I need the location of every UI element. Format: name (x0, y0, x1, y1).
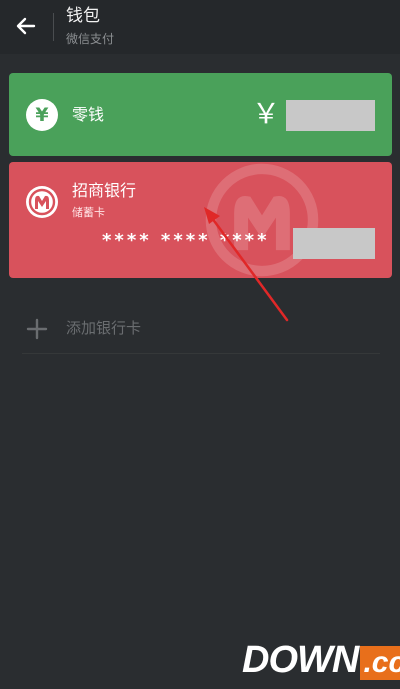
arrow-left-icon (16, 17, 36, 35)
cmb-logo-icon (26, 186, 58, 218)
cmb-watermark-logo (205, 163, 319, 277)
plus-icon (26, 318, 48, 340)
back-button[interactable] (10, 10, 42, 42)
add-bank-card-label: 添加银行卡 (66, 319, 142, 337)
balance-currency-symbol: ￥ (252, 97, 281, 130)
change-label: 零钱 (72, 105, 105, 124)
add-bank-card-button[interactable]: 添加银行卡 (22, 308, 382, 352)
bank-name: 招商银行 (72, 181, 137, 200)
card-type: 储蓄卡 (72, 206, 105, 219)
card-number-last-digits-redacted (293, 228, 375, 259)
bank-card[interactable] (9, 162, 392, 278)
yen-icon: ¥ (26, 99, 58, 131)
cmb-logo-mark (28, 188, 56, 216)
page-title: 钱包 (66, 6, 100, 26)
card-number-masked: **** **** **** (102, 230, 270, 251)
watermark-main-text: DOWN (242, 639, 359, 681)
page-subtitle: 微信支付 (66, 32, 115, 46)
site-watermark-logo: DOWN .cc (242, 640, 400, 680)
watermark-tld-badge: .cc (360, 646, 400, 680)
list-divider (22, 353, 380, 354)
top-bar: 钱包 微信支付 (0, 0, 400, 54)
balance-amount-redacted (286, 100, 375, 131)
header-divider (53, 13, 54, 41)
